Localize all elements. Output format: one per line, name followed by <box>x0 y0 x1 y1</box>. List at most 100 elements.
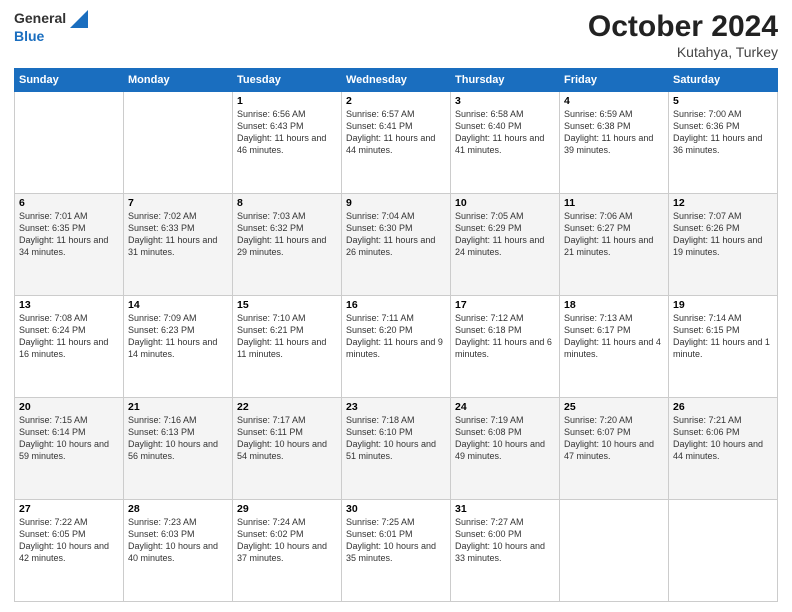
daylight: Daylight: 10 hours and 59 minutes. <box>19 439 109 461</box>
sunrise: Sunrise: 7:14 AM <box>673 313 742 323</box>
day-number: 20 <box>19 401 119 413</box>
sunset: Sunset: 6:00 PM <box>455 529 522 539</box>
day-cell: 8 Sunrise: 7:03 AM Sunset: 6:32 PM Dayli… <box>233 194 342 296</box>
daylight: Daylight: 11 hours and 4 minutes. <box>564 337 661 359</box>
daylight: Daylight: 10 hours and 44 minutes. <box>673 439 763 461</box>
sunset: Sunset: 6:24 PM <box>19 325 86 335</box>
daylight: Daylight: 11 hours and 16 minutes. <box>19 337 108 359</box>
day-cell: 14 Sunrise: 7:09 AM Sunset: 6:23 PM Dayl… <box>124 296 233 398</box>
sunrise: Sunrise: 7:23 AM <box>128 517 197 527</box>
col-thursday: Thursday <box>451 69 560 92</box>
sunset: Sunset: 6:11 PM <box>237 427 303 437</box>
day-cell: 18 Sunrise: 7:13 AM Sunset: 6:17 PM Dayl… <box>560 296 669 398</box>
day-number: 14 <box>128 299 228 311</box>
day-info: Sunrise: 7:22 AM Sunset: 6:05 PM Dayligh… <box>19 516 119 565</box>
sunset: Sunset: 6:36 PM <box>673 121 740 131</box>
sunrise: Sunrise: 7:10 AM <box>237 313 306 323</box>
calendar-table: Sunday Monday Tuesday Wednesday Thursday… <box>14 68 778 602</box>
day-cell <box>15 92 124 194</box>
sunrise: Sunrise: 7:03 AM <box>237 211 306 221</box>
day-cell: 10 Sunrise: 7:05 AM Sunset: 6:29 PM Dayl… <box>451 194 560 296</box>
day-cell: 9 Sunrise: 7:04 AM Sunset: 6:30 PM Dayli… <box>342 194 451 296</box>
sunrise: Sunrise: 6:59 AM <box>564 109 633 119</box>
sunset: Sunset: 6:07 PM <box>564 427 631 437</box>
day-cell: 26 Sunrise: 7:21 AM Sunset: 6:06 PM Dayl… <box>669 398 778 500</box>
sunset: Sunset: 6:26 PM <box>673 223 740 233</box>
day-cell: 1 Sunrise: 6:56 AM Sunset: 6:43 PM Dayli… <box>233 92 342 194</box>
sunset: Sunset: 6:10 PM <box>346 427 413 437</box>
day-cell: 27 Sunrise: 7:22 AM Sunset: 6:05 PM Dayl… <box>15 500 124 602</box>
day-number: 25 <box>564 401 664 413</box>
day-number: 11 <box>564 197 664 209</box>
daylight: Daylight: 11 hours and 21 minutes. <box>564 235 653 257</box>
day-cell: 29 Sunrise: 7:24 AM Sunset: 6:02 PM Dayl… <box>233 500 342 602</box>
day-info: Sunrise: 7:20 AM Sunset: 6:07 PM Dayligh… <box>564 414 664 463</box>
sunrise: Sunrise: 7:21 AM <box>673 415 742 425</box>
sunrise: Sunrise: 7:27 AM <box>455 517 524 527</box>
day-info: Sunrise: 7:25 AM Sunset: 6:01 PM Dayligh… <box>346 516 446 565</box>
daylight: Daylight: 10 hours and 35 minutes. <box>346 541 436 563</box>
month-year: October 2024 <box>588 10 778 44</box>
sunrise: Sunrise: 7:05 AM <box>455 211 524 221</box>
col-sunday: Sunday <box>15 69 124 92</box>
day-info: Sunrise: 7:13 AM Sunset: 6:17 PM Dayligh… <box>564 312 664 361</box>
sunset: Sunset: 6:15 PM <box>673 325 740 335</box>
day-number: 8 <box>237 197 337 209</box>
day-number: 3 <box>455 95 555 107</box>
daylight: Daylight: 11 hours and 26 minutes. <box>346 235 435 257</box>
daylight: Daylight: 11 hours and 36 minutes. <box>673 133 762 155</box>
sunset: Sunset: 6:05 PM <box>19 529 86 539</box>
day-number: 31 <box>455 503 555 515</box>
col-monday: Monday <box>124 69 233 92</box>
sunset: Sunset: 6:33 PM <box>128 223 195 233</box>
day-info: Sunrise: 7:10 AM Sunset: 6:21 PM Dayligh… <box>237 312 337 361</box>
sunrise: Sunrise: 7:19 AM <box>455 415 524 425</box>
logo-text: General Blue <box>14 10 88 45</box>
daylight: Daylight: 10 hours and 51 minutes. <box>346 439 436 461</box>
day-info: Sunrise: 7:08 AM Sunset: 6:24 PM Dayligh… <box>19 312 119 361</box>
day-number: 10 <box>455 197 555 209</box>
day-info: Sunrise: 6:56 AM Sunset: 6:43 PM Dayligh… <box>237 108 337 157</box>
daylight: Daylight: 11 hours and 29 minutes. <box>237 235 326 257</box>
sunrise: Sunrise: 7:01 AM <box>19 211 88 221</box>
sunset: Sunset: 6:35 PM <box>19 223 86 233</box>
day-number: 2 <box>346 95 446 107</box>
day-cell: 22 Sunrise: 7:17 AM Sunset: 6:11 PM Dayl… <box>233 398 342 500</box>
daylight: Daylight: 11 hours and 34 minutes. <box>19 235 108 257</box>
sunset: Sunset: 6:03 PM <box>128 529 195 539</box>
sunrise: Sunrise: 7:04 AM <box>346 211 415 221</box>
sunrise: Sunrise: 7:11 AM <box>346 313 414 323</box>
sunset: Sunset: 6:32 PM <box>237 223 304 233</box>
day-number: 22 <box>237 401 337 413</box>
day-info: Sunrise: 7:07 AM Sunset: 6:26 PM Dayligh… <box>673 210 773 259</box>
day-cell: 7 Sunrise: 7:02 AM Sunset: 6:33 PM Dayli… <box>124 194 233 296</box>
daylight: Daylight: 11 hours and 6 minutes. <box>455 337 552 359</box>
daylight: Daylight: 11 hours and 31 minutes. <box>128 235 217 257</box>
sunrise: Sunrise: 7:25 AM <box>346 517 415 527</box>
day-cell: 15 Sunrise: 7:10 AM Sunset: 6:21 PM Dayl… <box>233 296 342 398</box>
sunset: Sunset: 6:14 PM <box>19 427 86 437</box>
title-block: October 2024 Kutahya, Turkey <box>588 10 778 60</box>
sunset: Sunset: 6:40 PM <box>455 121 522 131</box>
daylight: Daylight: 10 hours and 47 minutes. <box>564 439 654 461</box>
day-info: Sunrise: 6:59 AM Sunset: 6:38 PM Dayligh… <box>564 108 664 157</box>
day-cell: 20 Sunrise: 7:15 AM Sunset: 6:14 PM Dayl… <box>15 398 124 500</box>
day-cell: 11 Sunrise: 7:06 AM Sunset: 6:27 PM Dayl… <box>560 194 669 296</box>
sunrise: Sunrise: 7:13 AM <box>564 313 633 323</box>
sunset: Sunset: 6:21 PM <box>237 325 304 335</box>
day-info: Sunrise: 7:18 AM Sunset: 6:10 PM Dayligh… <box>346 414 446 463</box>
day-number: 7 <box>128 197 228 209</box>
calendar-body: 1 Sunrise: 6:56 AM Sunset: 6:43 PM Dayli… <box>15 92 778 602</box>
daylight: Daylight: 11 hours and 46 minutes. <box>237 133 326 155</box>
sunrise: Sunrise: 6:57 AM <box>346 109 415 119</box>
col-wednesday: Wednesday <box>342 69 451 92</box>
day-cell: 25 Sunrise: 7:20 AM Sunset: 6:07 PM Dayl… <box>560 398 669 500</box>
day-cell <box>124 92 233 194</box>
week-row-3: 13 Sunrise: 7:08 AM Sunset: 6:24 PM Dayl… <box>15 296 778 398</box>
day-number: 4 <box>564 95 664 107</box>
day-cell: 31 Sunrise: 7:27 AM Sunset: 6:00 PM Dayl… <box>451 500 560 602</box>
daylight: Daylight: 11 hours and 1 minute. <box>673 337 770 359</box>
day-cell: 2 Sunrise: 6:57 AM Sunset: 6:41 PM Dayli… <box>342 92 451 194</box>
sunset: Sunset: 6:02 PM <box>237 529 304 539</box>
sunrise: Sunrise: 7:22 AM <box>19 517 88 527</box>
